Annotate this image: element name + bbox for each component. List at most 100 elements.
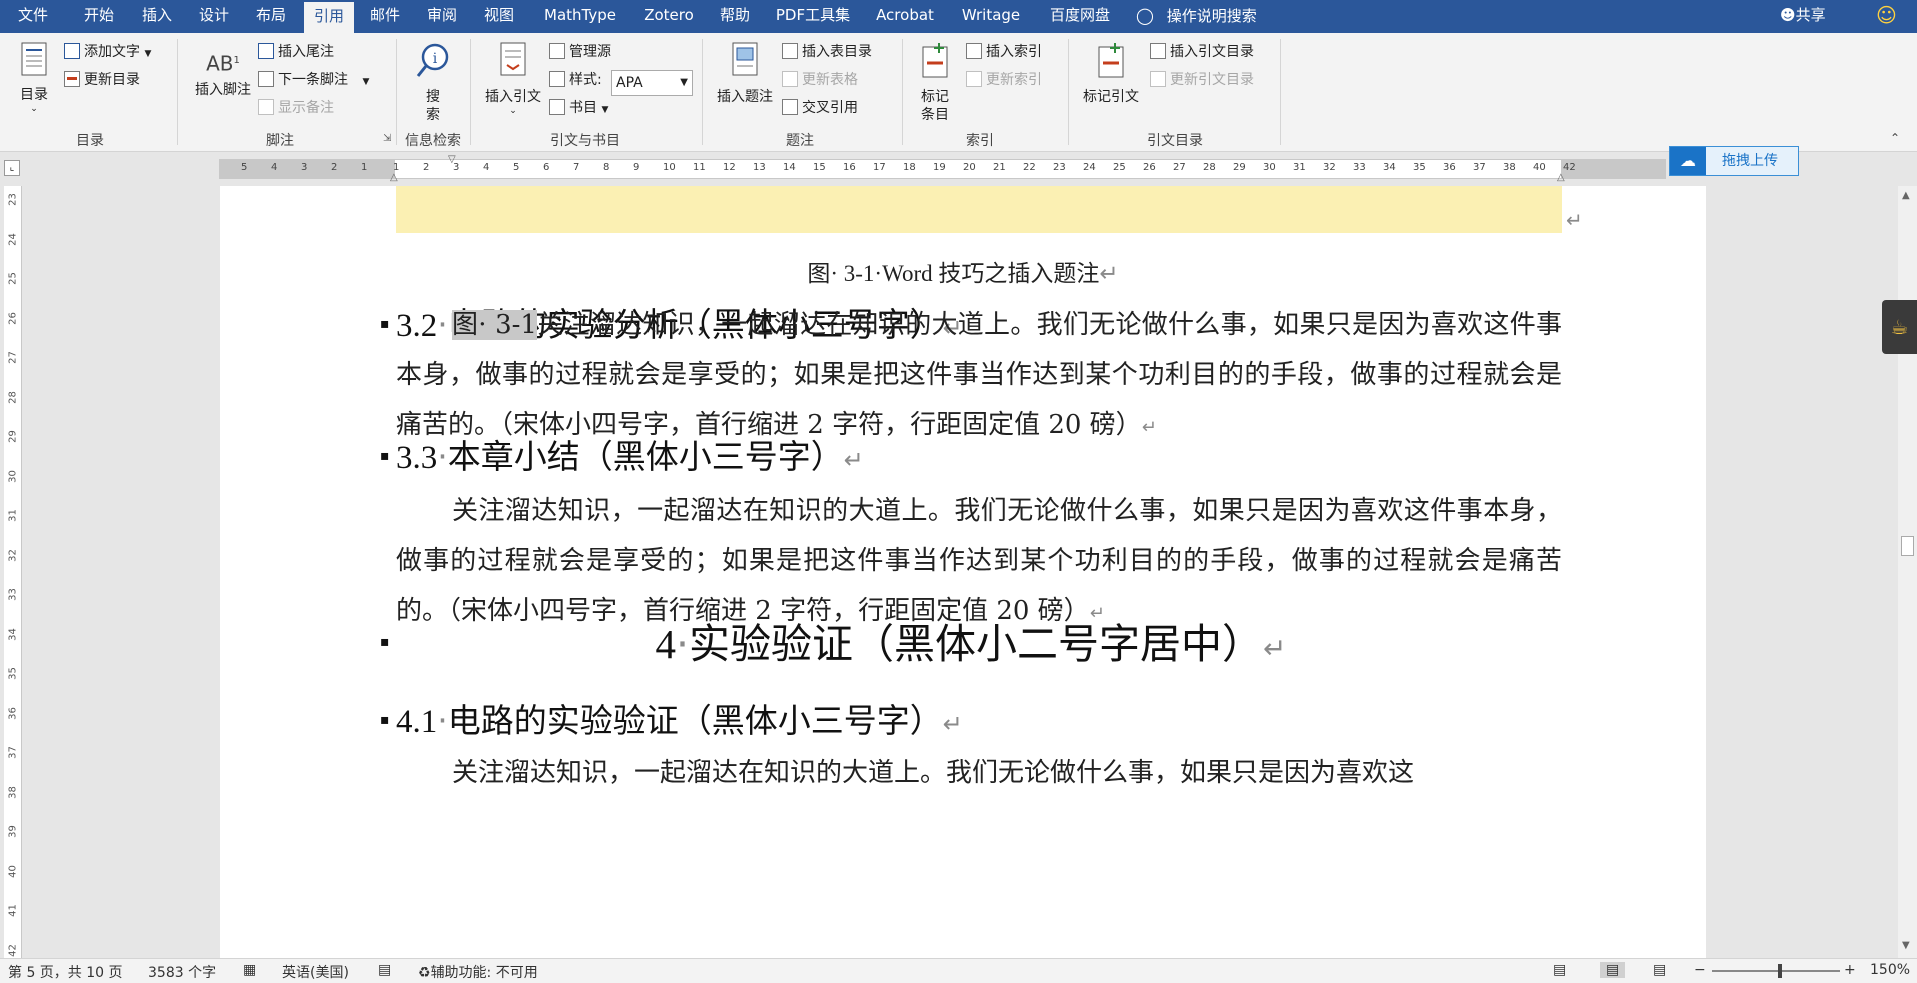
vruler-tick: 25 bbox=[7, 272, 19, 285]
toc-button[interactable]: 目录 ⌄ bbox=[12, 41, 56, 114]
mark-entry-button[interactable]: 标记 条目 bbox=[910, 41, 960, 124]
update-toa-icon bbox=[1150, 71, 1166, 87]
tab-review[interactable]: 审阅 bbox=[417, 0, 467, 33]
tab-home[interactable]: 开始 bbox=[74, 0, 124, 33]
proofing-icon[interactable]: ▦ bbox=[243, 962, 256, 978]
ruler-tick: 12 bbox=[723, 162, 736, 173]
paragraph-3[interactable]: 关注溜达知识，一起溜达在知识的大道上。我们无论做什么事，如果只是因为喜欢这 bbox=[396, 748, 1562, 798]
indent-marker-icon[interactable]: ▽ bbox=[448, 154, 456, 165]
tab-zotero[interactable]: Zotero bbox=[634, 0, 704, 33]
update-table-icon bbox=[782, 71, 798, 87]
heading-bullet: ▪ bbox=[380, 448, 390, 464]
tab-file[interactable]: 文件 bbox=[8, 0, 58, 33]
table-of-figures-icon bbox=[782, 43, 798, 59]
tab-baidu-netdisk[interactable]: 百度网盘 bbox=[1040, 0, 1120, 33]
smiley-feedback-icon[interactable]: ☺ bbox=[1876, 0, 1897, 33]
next-footnote-button[interactable]: 下一条脚注 ▼ bbox=[258, 71, 369, 91]
insert-citation-button[interactable]: 插入引文 ⌄ bbox=[478, 41, 548, 116]
document-page[interactable]: ↵ 图· 3-1·Word 技巧之插入题注↵ ▪ 3.2·电路的实验分析（黑体小… bbox=[220, 186, 1706, 958]
zoom-level[interactable]: 150% bbox=[1870, 962, 1910, 978]
update-toa-button[interactable]: 更新引文目录 bbox=[1150, 71, 1254, 89]
table-of-contents-icon bbox=[21, 42, 47, 76]
ruler-tick: 33 bbox=[1353, 162, 1366, 173]
right-indent-icon[interactable]: △ bbox=[1557, 172, 1565, 183]
search-button[interactable]: i 搜 索 bbox=[408, 41, 458, 124]
lightbulb-icon: ◯ bbox=[1136, 6, 1154, 25]
insert-index-button[interactable]: 插入索引 bbox=[966, 43, 1042, 61]
tab-pdf-tools[interactable]: PDF工具集 bbox=[768, 0, 858, 33]
insert-table-of-figures-button[interactable]: 插入表目录 bbox=[782, 43, 872, 61]
web-layout-icon[interactable]: ▤ bbox=[1653, 962, 1666, 978]
cross-reference-button[interactable]: 交叉引用 bbox=[782, 99, 858, 117]
zoom-out-icon[interactable]: − bbox=[1694, 962, 1706, 978]
page-count[interactable]: 第 5 页，共 10 页 bbox=[8, 962, 123, 982]
group-label-captions: 题注 bbox=[786, 133, 814, 149]
heading-4-1[interactable]: 4.1·电路的实验验证（黑体小三号字）↵ bbox=[396, 694, 963, 742]
tab-selector-icon[interactable]: ⌞ bbox=[4, 160, 20, 176]
ruler-tick: 27 bbox=[1173, 162, 1186, 173]
insert-footnote-button[interactable]: AB1 插入脚注 bbox=[190, 43, 256, 99]
tab-mathtype[interactable]: MathType bbox=[535, 0, 625, 33]
ruler-tick: 8 bbox=[603, 162, 610, 173]
figure-image[interactable] bbox=[396, 186, 1562, 233]
zoom-in-icon[interactable]: + bbox=[1844, 962, 1856, 978]
ruler-tick: 30 bbox=[1263, 162, 1276, 173]
svg-text:i: i bbox=[433, 51, 438, 67]
ruler-tick: 4 bbox=[483, 162, 490, 173]
vruler-tick: 34 bbox=[7, 627, 19, 641]
insert-caption-button[interactable]: 插入题注 bbox=[710, 41, 780, 106]
group-label-footnotes: 脚注 bbox=[266, 133, 294, 149]
accessibility-status[interactable]: ♻辅助功能: 不可用 bbox=[418, 962, 538, 982]
update-toc-button[interactable]: 更新目录 bbox=[64, 71, 140, 89]
zoom-slider-thumb[interactable] bbox=[1778, 964, 1782, 978]
ruler-tick: 40 bbox=[1533, 162, 1546, 173]
update-index-button[interactable]: 更新索引 bbox=[966, 71, 1042, 89]
word-count[interactable]: 3583 个字 bbox=[148, 962, 216, 982]
heading-4[interactable]: 4·实验验证（黑体小二号字居中）↵ bbox=[380, 610, 1562, 670]
left-indent-icon[interactable]: △ bbox=[390, 172, 398, 183]
insert-endnote-button[interactable]: 插入尾注 bbox=[258, 43, 334, 61]
tab-help[interactable]: 帮助 bbox=[710, 0, 760, 33]
manage-sources-button[interactable]: 管理源 bbox=[549, 43, 611, 61]
tab-mailings[interactable]: 邮件 bbox=[360, 0, 410, 33]
tab-acrobat[interactable]: Acrobat bbox=[870, 0, 940, 33]
tab-references[interactable]: 引用 bbox=[304, 2, 354, 33]
show-notes-icon bbox=[258, 99, 274, 115]
horizontal-ruler[interactable]: 5 4 3 2 1 1 2 3 4 5 6 7 8 9 10 11 12 13 14 15 16 17 18 19 20 21 22… bbox=[219, 159, 1666, 179]
bibliography-button[interactable]: 书目 ▼ bbox=[549, 99, 608, 119]
tab-insert[interactable]: 插入 bbox=[132, 0, 182, 33]
language-indicator[interactable]: 英语(美国) bbox=[282, 962, 349, 982]
print-layout-icon[interactable]: ▤ bbox=[1600, 962, 1626, 978]
drag-upload-button[interactable]: ☁ 拖拽上传 bbox=[1669, 146, 1799, 176]
tab-layout[interactable]: 布局 bbox=[246, 0, 296, 33]
figure-reference[interactable]: 图· 3-1 bbox=[452, 310, 537, 340]
side-clipboard-widget[interactable]: ☕ bbox=[1882, 300, 1917, 354]
share-button[interactable]: ☻共享 bbox=[1780, 0, 1826, 33]
vertical-ruler[interactable]: 23 24 25 26 27 28 29 30 31 32 33 34 35 36 37 38 39 40 41 42 bbox=[4, 186, 22, 958]
tab-view[interactable]: 视图 bbox=[474, 0, 524, 33]
group-label-index: 索引 bbox=[966, 133, 994, 149]
group-label-research: 信息检索 bbox=[405, 133, 461, 149]
update-table-button[interactable]: 更新表格 bbox=[782, 71, 858, 89]
group-separator bbox=[902, 39, 903, 145]
scroll-down-icon[interactable]: ▼ bbox=[1902, 940, 1910, 951]
heading-3-3[interactable]: 3.3·本章小结（黑体小三号字）↵ bbox=[396, 430, 864, 478]
add-text-button[interactable]: 添加文字 ▼ bbox=[64, 43, 151, 63]
dialog-launcher-icon[interactable]: ⇲ bbox=[383, 133, 391, 144]
tell-me-search[interactable]: ◯ 操作说明搜索 bbox=[1136, 0, 1257, 33]
tab-design[interactable]: 设计 bbox=[189, 0, 239, 33]
vruler-tick: 30 bbox=[7, 469, 19, 483]
zoom-slider[interactable] bbox=[1712, 970, 1840, 972]
collapse-ribbon-icon[interactable]: ⌃ bbox=[1890, 131, 1900, 145]
macro-icon[interactable]: ▤ bbox=[378, 962, 391, 978]
read-mode-icon[interactable]: ▤ bbox=[1553, 962, 1566, 978]
citation-style-select[interactable]: APA ▼ bbox=[611, 70, 693, 96]
mark-citation-button[interactable]: 标记引文 bbox=[1076, 41, 1146, 106]
show-notes-button[interactable]: 显示备注 bbox=[258, 99, 334, 117]
scroll-up-icon[interactable]: ▲ bbox=[1902, 190, 1910, 201]
tab-writage[interactable]: Writage bbox=[956, 0, 1026, 33]
insert-toa-button[interactable]: 插入引文目录 bbox=[1150, 43, 1254, 61]
ruler-tick: 16 bbox=[843, 162, 856, 173]
figure-caption[interactable]: 图· 3-1·Word 技巧之插入题注↵ bbox=[220, 254, 1706, 288]
scrollbar-thumb[interactable] bbox=[1901, 536, 1914, 556]
